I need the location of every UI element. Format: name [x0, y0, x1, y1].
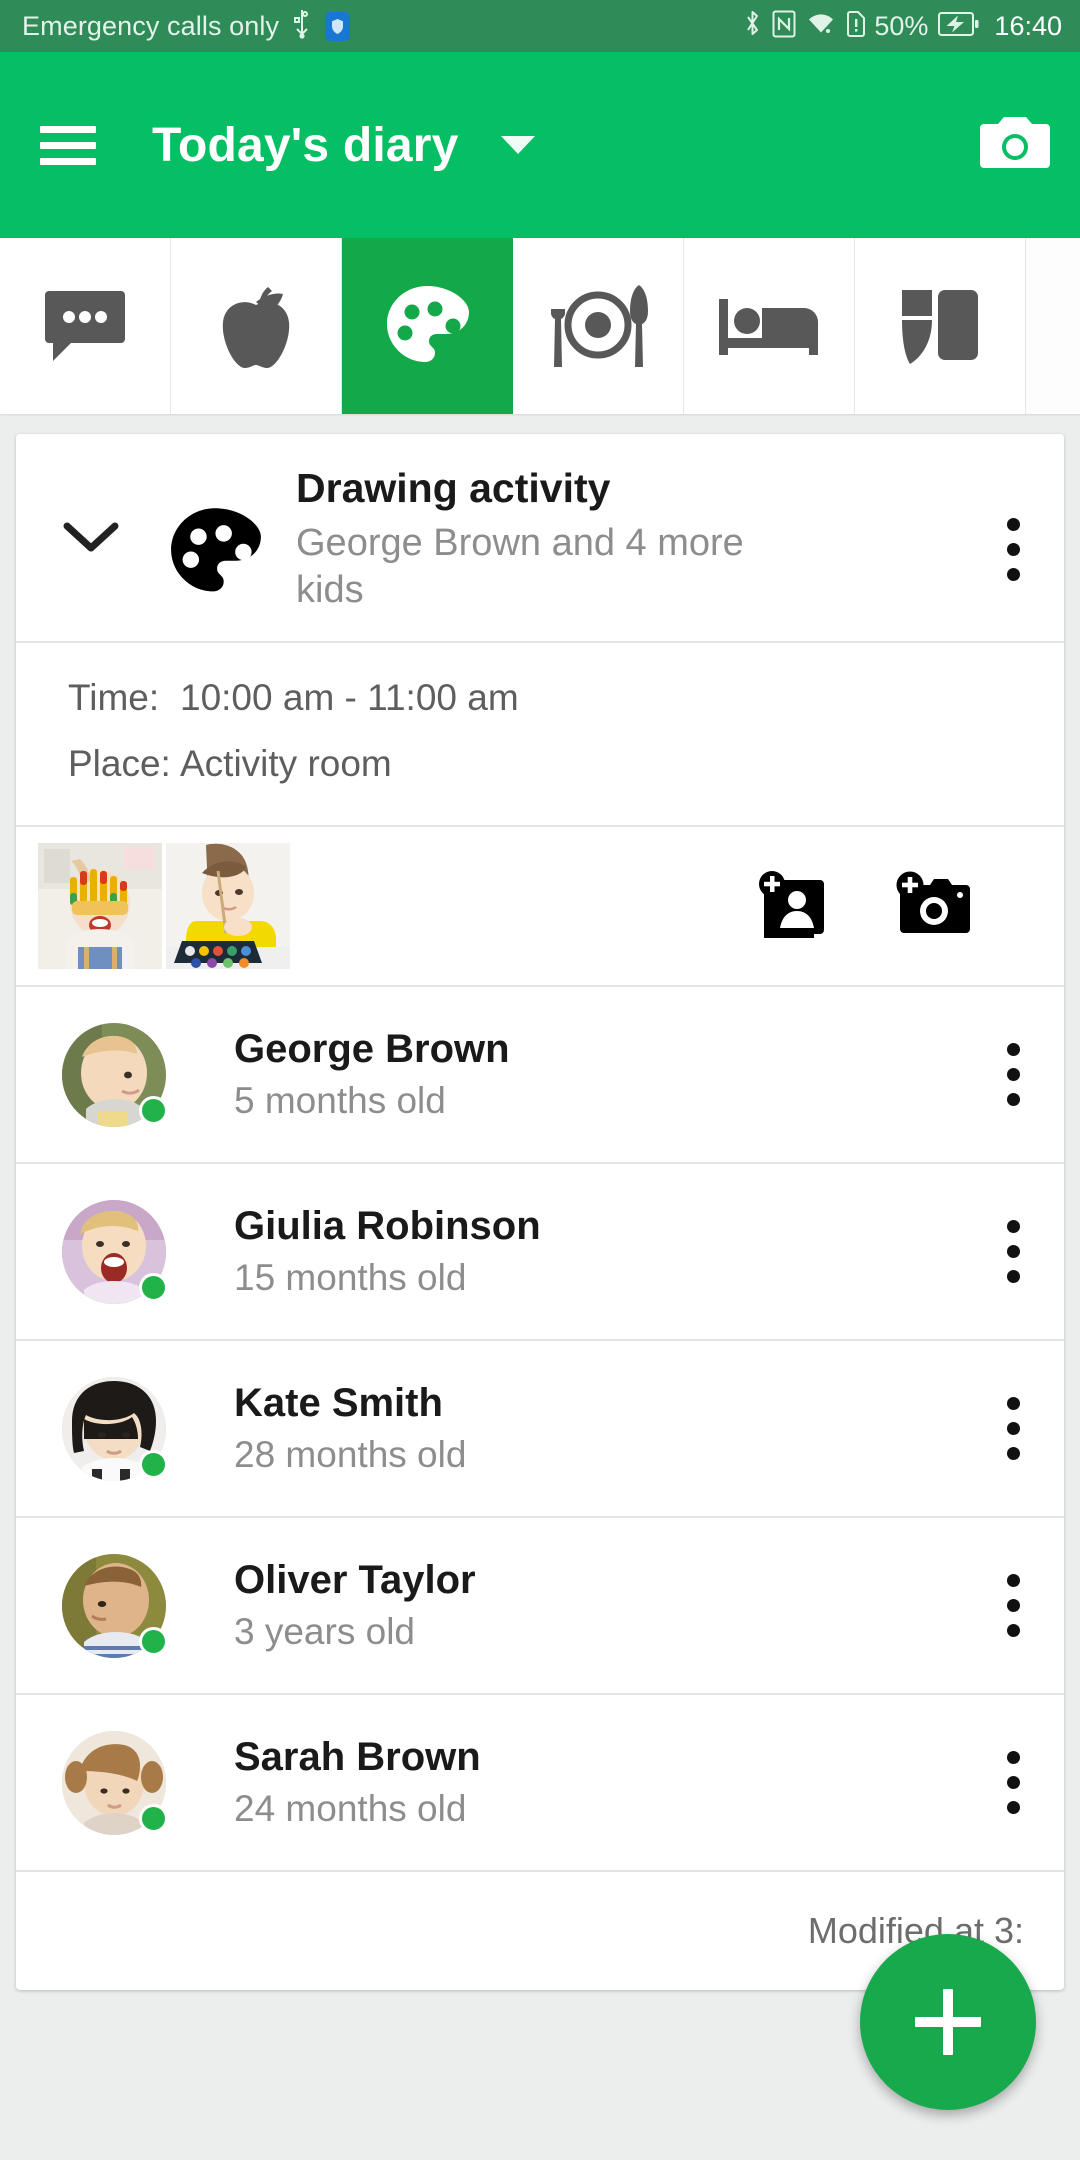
activity-card: Drawing activity George Brown and 4 more… — [16, 434, 1064, 1991]
child-row[interactable]: Sarah Brown 24 months old — [16, 1695, 1064, 1870]
photo-child-painted-hands[interactable] — [38, 843, 162, 970]
tab-meals[interactable] — [513, 238, 684, 414]
time-value: 10:00 am - 11:00 am — [180, 677, 519, 719]
status-bar: Emergency calls only 50% 16:40 — [0, 0, 1080, 52]
chevron-down-icon[interactable] — [16, 464, 166, 554]
tab-notes[interactable] — [0, 238, 171, 414]
shield-icon — [325, 11, 351, 41]
child-overflow-menu[interactable] — [986, 1397, 1040, 1461]
cutlery-plate-icon — [543, 283, 653, 369]
presence-dot — [139, 1095, 168, 1125]
child-overflow-menu[interactable] — [986, 1043, 1040, 1107]
presence-dot — [139, 1626, 168, 1656]
child-row[interactable]: Giulia Robinson 15 months old — [16, 1164, 1064, 1339]
child-age: 3 years old — [234, 1611, 415, 1653]
child-age: 5 months old — [234, 1080, 446, 1122]
time-label: Time: — [68, 677, 160, 719]
palette-icon — [166, 464, 266, 598]
child-texts: Kate Smith 28 months old — [166, 1380, 986, 1477]
child-age: 15 months old — [234, 1257, 467, 1299]
child-texts: Sarah Brown 24 months old — [166, 1734, 986, 1831]
tab-sleep[interactable] — [684, 238, 855, 414]
avatar — [62, 1376, 168, 1481]
presence-dot — [139, 1803, 168, 1833]
card-header[interactable]: Drawing activity George Brown and 4 more… — [16, 434, 1064, 641]
camera-icon[interactable] — [978, 114, 1052, 177]
photo-actions — [758, 870, 1064, 943]
sim-alert-icon — [846, 10, 866, 43]
activity-subtitle: George Brown and 4 more kids — [296, 522, 744, 611]
photos-row — [16, 827, 1064, 985]
place-label: Place: — [68, 743, 171, 785]
card-header-texts: Drawing activity George Brown and 4 more… — [266, 464, 986, 613]
apple-icon — [215, 280, 297, 372]
child-name: Oliver Taylor — [234, 1558, 476, 1603]
presence-dot — [139, 1449, 168, 1479]
add-image-icon[interactable] — [758, 870, 830, 943]
avatar — [62, 1022, 168, 1127]
tab-nappy[interactable] — [855, 238, 1026, 414]
child-overflow-menu[interactable] — [986, 1574, 1040, 1638]
activity-details: Time: 10:00 am - 11:00 am Place: Activit… — [16, 643, 1064, 825]
avatar — [62, 1199, 168, 1304]
status-bar-right: 50% 16:40 — [743, 9, 1062, 44]
child-name: Kate Smith — [234, 1381, 443, 1426]
clock-label: 16:40 — [994, 10, 1062, 41]
child-texts: Oliver Taylor 3 years old — [166, 1557, 986, 1654]
palette-icon — [385, 284, 471, 368]
battery-charging-icon — [938, 11, 980, 42]
nfc-icon — [772, 10, 796, 43]
place-value: Activity room — [180, 743, 392, 785]
child-row[interactable]: George Brown 5 months old — [16, 987, 1064, 1162]
presence-dot — [139, 1272, 168, 1302]
avatar — [62, 1553, 168, 1658]
status-bar-left: Emergency calls only — [22, 9, 351, 44]
detail-row-place: Place: Activity room — [68, 743, 1064, 785]
add-camera-icon[interactable] — [894, 871, 972, 942]
tab-activities[interactable] — [342, 238, 513, 414]
battery-percent-label: 50% — [874, 10, 929, 41]
child-row[interactable]: Oliver Taylor 3 years old — [16, 1518, 1064, 1693]
avatar — [62, 1730, 168, 1835]
chat-bubble-icon — [43, 287, 127, 365]
photo-child-watercolours[interactable] — [166, 843, 290, 970]
hamburger-menu-icon[interactable] — [40, 125, 96, 165]
child-age: 24 months old — [234, 1788, 467, 1830]
nappy-icon — [898, 286, 982, 366]
child-row[interactable]: Kate Smith 28 months old — [16, 1341, 1064, 1516]
app-bar: Today's diary — [0, 52, 1080, 238]
child-texts: Giulia Robinson 15 months old — [166, 1203, 986, 1300]
tab-food[interactable] — [171, 238, 342, 414]
activity-title: Drawing activity — [296, 465, 611, 511]
add-entry-fab[interactable] — [860, 1934, 1036, 2110]
child-texts: George Brown 5 months old — [166, 1026, 986, 1123]
child-age: 28 months old — [234, 1434, 467, 1476]
detail-row-time: Time: 10:00 am - 11:00 am — [68, 677, 1064, 719]
child-name: Sarah Brown — [234, 1735, 481, 1780]
wifi-icon — [806, 11, 836, 42]
child-overflow-menu[interactable] — [986, 1751, 1040, 1815]
usb-icon — [291, 9, 313, 44]
bluetooth-icon — [743, 9, 762, 44]
child-name: George Brown — [234, 1027, 510, 1072]
page-title: Today's diary — [152, 118, 459, 172]
activity-overflow-menu[interactable] — [986, 464, 1040, 581]
caret-down-icon[interactable] — [500, 136, 535, 154]
carrier-label: Emergency calls only — [22, 10, 280, 41]
child-name: Giulia Robinson — [234, 1204, 541, 1249]
child-overflow-menu[interactable] — [986, 1220, 1040, 1284]
bed-icon — [717, 293, 821, 359]
tab-bar[interactable] — [0, 238, 1080, 414]
